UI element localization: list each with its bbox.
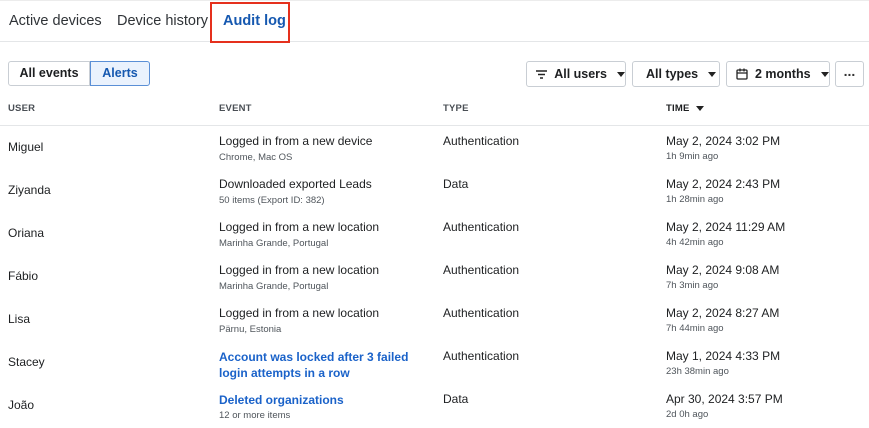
event-cell: Account was locked after 3 failed login … (219, 349, 429, 381)
event-time: May 2, 2024 2:43 PM (666, 177, 781, 191)
calendar-icon (735, 67, 749, 81)
event-time: May 2, 2024 8:27 AM (666, 306, 780, 320)
event-time: May 2, 2024 11:29 AM (666, 220, 786, 234)
highlight-box (210, 2, 290, 43)
time-cell: May 1, 2024 4:33 PM 23h 38min ago (666, 349, 780, 377)
alerts-button[interactable]: Alerts (90, 61, 150, 86)
event-time-ago: 7h 3min ago (666, 280, 719, 291)
type-cell: Data (443, 392, 469, 406)
event-title: Downloaded exported Leads (219, 177, 372, 191)
event-cell: Logged in from a new location Pärnu, Est… (219, 306, 429, 335)
caret-down-icon (708, 71, 717, 77)
event-detail: Marinha Grande, Portugal (219, 281, 329, 292)
table-row[interactable]: Miguel Logged in from a new device Chrom… (0, 133, 869, 176)
table-row[interactable]: João Deleted organizations 12 or more it… (0, 391, 869, 428)
time-cell: May 2, 2024 11:29 AM 4h 42min ago (666, 220, 785, 248)
event-cell: Logged in from a new location Marinha Gr… (219, 263, 429, 292)
caret-down-icon (617, 71, 625, 77)
column-header-time[interactable]: TIME (666, 103, 704, 114)
type-cell: Authentication (443, 220, 520, 234)
event-time-ago: 4h 42min ago (666, 237, 724, 248)
types-filter-label: All types (646, 67, 699, 81)
tab-active-devices[interactable]: Active devices (9, 1, 102, 43)
event-title: Logged in from a new location (219, 220, 380, 234)
alert-event-link[interactable]: Deleted organizations (219, 392, 429, 408)
type-cell: Authentication (443, 306, 520, 320)
caret-down-icon (820, 71, 829, 77)
time-cell: Apr 30, 2024 3:57 PM 2d 0h ago (666, 392, 783, 420)
user-cell: João (8, 398, 35, 412)
table-row[interactable]: Ziyanda Downloaded exported Leads 50 ite… (0, 176, 869, 219)
tab-bar: Active devices Device history Audit log (0, 0, 869, 43)
column-header-event[interactable]: EVENT (219, 103, 252, 114)
event-time: May 2, 2024 3:02 PM (666, 134, 781, 148)
table-row[interactable]: Stacey Account was locked after 3 failed… (0, 348, 869, 391)
event-time-ago: 23h 38min ago (666, 366, 729, 377)
table-row[interactable]: Lisa Logged in from a new location Pärnu… (0, 305, 869, 348)
event-time: May 1, 2024 4:33 PM (666, 349, 781, 363)
event-time-ago: 1h 9min ago (666, 151, 719, 162)
time-cell: May 2, 2024 9:08 AM 7h 3min ago (666, 263, 779, 291)
filter-lines-icon (535, 67, 548, 81)
event-time-ago: 1h 28min ago (666, 194, 724, 205)
users-filter-dropdown[interactable]: All users (526, 61, 626, 87)
event-detail: 50 items (Export ID: 382) (219, 195, 325, 206)
event-time: Apr 30, 2024 3:57 PM (666, 392, 783, 406)
event-detail: 12 or more items (219, 410, 291, 421)
event-cell: Downloaded exported Leads 50 items (Expo… (219, 177, 429, 206)
types-filter-dropdown[interactable]: All types (632, 61, 720, 87)
event-time-ago: 2d 0h ago (666, 409, 709, 420)
event-cell: Logged in from a new location Marinha Gr… (219, 220, 429, 249)
event-time: May 2, 2024 9:08 AM (666, 263, 780, 277)
event-detail: Pärnu, Estonia (219, 324, 282, 335)
tab-device-history[interactable]: Device history (117, 1, 208, 43)
period-filter-label: 2 months (755, 67, 811, 81)
table-row[interactable]: Oriana Logged in from a new location Mar… (0, 219, 869, 262)
table-row[interactable]: Fábio Logged in from a new location Mari… (0, 262, 869, 305)
sort-desc-icon (695, 105, 704, 111)
column-header-time-label: TIME (666, 103, 690, 114)
type-cell: Data (443, 177, 469, 191)
user-cell: Lisa (8, 312, 31, 326)
column-header-type[interactable]: TYPE (443, 103, 469, 114)
header-divider (0, 125, 869, 126)
event-detail: Marinha Grande, Portugal (219, 238, 329, 249)
type-cell: Authentication (443, 349, 520, 363)
alert-event-link[interactable]: Account was locked after 3 failed login … (219, 349, 419, 381)
more-options-button[interactable]: ... (835, 61, 864, 87)
column-header-user[interactable]: USER (8, 103, 35, 114)
time-cell: May 2, 2024 2:43 PM 1h 28min ago (666, 177, 780, 205)
type-cell: Authentication (443, 134, 520, 148)
event-time-ago: 7h 44min ago (666, 323, 724, 334)
event-title: Logged in from a new location (219, 306, 380, 320)
all-events-button[interactable]: All events (8, 61, 90, 86)
user-cell: Fábio (8, 269, 39, 283)
time-cell: May 2, 2024 8:27 AM 7h 44min ago (666, 306, 779, 334)
user-cell: Ziyanda (8, 183, 51, 197)
users-filter-label: All users (554, 67, 607, 81)
type-cell: Authentication (443, 263, 520, 277)
event-title: Logged in from a new location (219, 263, 380, 277)
event-detail: Chrome, Mac OS (219, 152, 293, 163)
user-cell: Miguel (8, 140, 44, 154)
time-cell: May 2, 2024 3:02 PM 1h 9min ago (666, 134, 780, 162)
period-filter-dropdown[interactable]: 2 months (726, 61, 830, 87)
user-cell: Stacey (8, 355, 45, 369)
event-segmented-control: All events Alerts (8, 61, 150, 86)
event-title: Logged in from a new device (219, 134, 373, 148)
event-cell: Deleted organizations 12 or more items (219, 392, 429, 421)
event-cell: Logged in from a new device Chrome, Mac … (219, 134, 429, 163)
user-cell: Oriana (8, 226, 45, 240)
